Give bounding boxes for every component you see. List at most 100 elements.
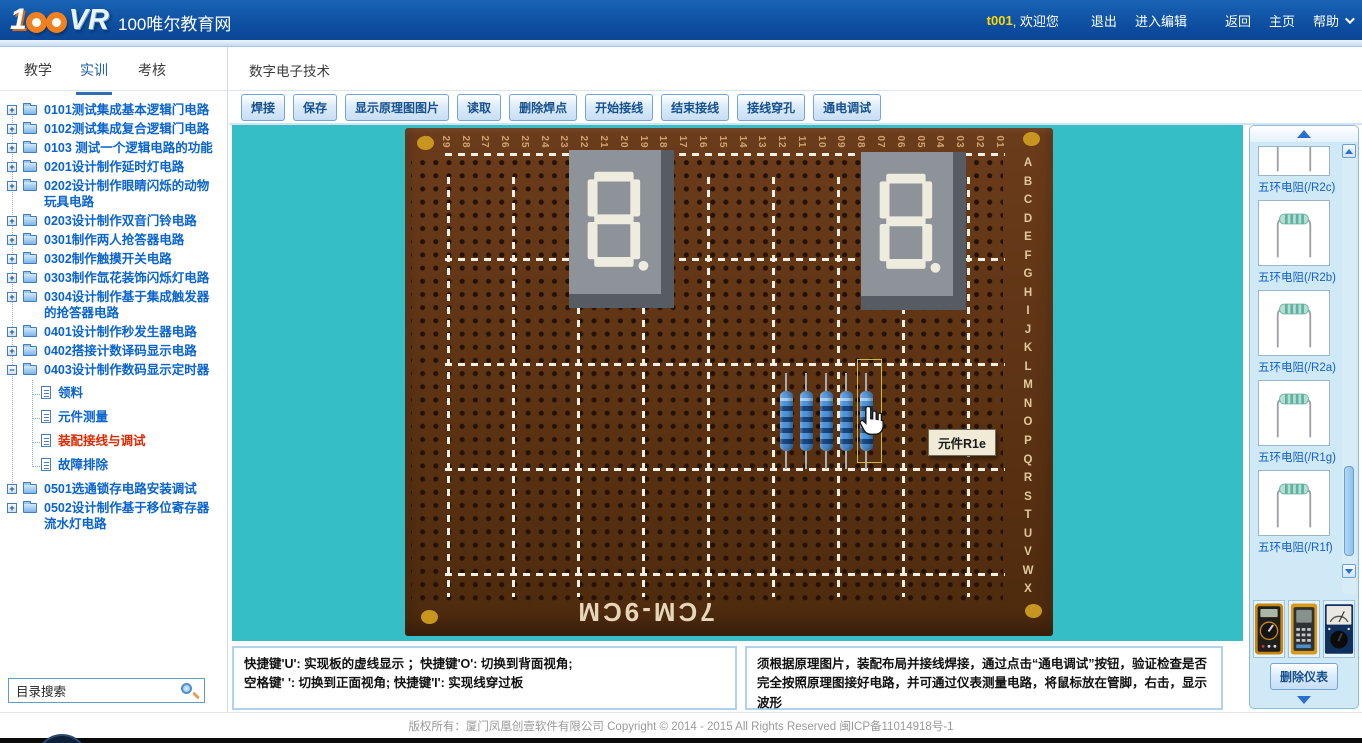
analog-multimeter-thumbnail[interactable]	[1323, 600, 1355, 658]
tree-subitem[interactable]: 领料	[0, 384, 225, 403]
tree-subitem[interactable]: 故障排除	[0, 456, 225, 475]
tree-item[interactable]: −0403设计制作数码显示定时器	[0, 361, 225, 379]
resistor-component[interactable]	[799, 373, 813, 469]
logo-1: 1	[10, 3, 25, 37]
tree-item-label: 0502设计制作基于移位寄存器流水灯电路	[44, 501, 209, 531]
site-logo[interactable]: 1 VR	[10, 2, 109, 38]
tree-item-label: 0203设计制作双音门铃电路	[44, 214, 197, 228]
tree-item[interactable]: +0501选通锁存电路安装调试	[0, 480, 225, 498]
tree-item[interactable]: +0401设计制作秒发生器电路	[0, 323, 225, 341]
toolbar-button-读取[interactable]: 读取	[457, 94, 501, 121]
main-tabbar: 数字电子技术	[229, 47, 1362, 91]
nav-link-4[interactable]: 帮助	[1313, 11, 1352, 30]
bottom-bar	[0, 738, 1362, 743]
toolbar-button-焊接[interactable]: 焊接	[241, 94, 285, 121]
toolbar-button-通电调试[interactable]: 通电调试	[813, 94, 881, 121]
resistor-component[interactable]	[819, 373, 833, 469]
scrollbar-down-button[interactable]	[1342, 564, 1356, 578]
delete-instrument-button[interactable]: 删除仪表	[1270, 663, 1338, 690]
col-number: 26	[488, 133, 510, 151]
resistor-icon	[1265, 205, 1323, 261]
tree-item-label: 0202设计制作眼睛闪烁的动物玩具电路	[44, 179, 209, 209]
tab-digital-electronics[interactable]: 数字电子技术	[249, 60, 330, 80]
component-box[interactable]	[1258, 200, 1330, 266]
col-number: 01	[983, 133, 1005, 151]
expand-icon[interactable]: +	[7, 216, 17, 226]
col-number: 16	[686, 133, 708, 151]
nav-link-3[interactable]: 主页	[1269, 11, 1295, 30]
digital-meter-thumbnail[interactable]	[1288, 600, 1320, 658]
panel-scroll-up[interactable]	[1250, 126, 1358, 142]
sidebar-tab-实训[interactable]: 实训	[80, 60, 108, 80]
grid-line	[445, 573, 1005, 576]
expand-icon[interactable]: +	[7, 105, 17, 115]
search-icon[interactable]	[181, 683, 192, 694]
tree-item[interactable]: +0203设计制作双音门铃电路	[0, 212, 225, 230]
nav-link-0[interactable]: 退出	[1091, 11, 1117, 30]
scrollbar-up-button[interactable]	[1342, 144, 1356, 158]
tree-item[interactable]: +0303制作氙花装饰闪烁灯电路	[0, 269, 225, 287]
tree-item[interactable]: +0103 测试一个逻辑电路的功能	[0, 139, 225, 157]
tree-item[interactable]: +0202设计制作眼睛闪烁的动物玩具电路	[0, 177, 225, 211]
tree-item[interactable]: +0301制作两人抢答器电路	[0, 231, 225, 249]
panel-scrollbar[interactable]	[1342, 144, 1356, 594]
nav-link-1[interactable]: 进入编辑	[1135, 11, 1187, 30]
sim-canvas[interactable]: 3029282726252423222120191817161514131211…	[232, 125, 1243, 641]
expand-icon[interactable]: +	[7, 484, 17, 494]
scrollbar-thumb[interactable]	[1344, 466, 1354, 556]
sidebar: 教学实训考核 +0101测试集成基本逻辑门电路+0102测试集成复合逻辑门电路+…	[0, 47, 228, 712]
expand-icon[interactable]: +	[7, 292, 17, 302]
col-number: 22	[567, 133, 589, 151]
nav-link-2[interactable]: 返回	[1225, 11, 1251, 30]
tree-item[interactable]: +0101测试集成基本逻辑门电路	[0, 101, 225, 119]
expand-icon[interactable]: +	[7, 327, 17, 337]
component-panel: 五环电阻(/R2c) 五环电阻(/R2b) 五环电阻(/R2a) 五环电阻(/R…	[1249, 125, 1359, 709]
component-box[interactable]	[1258, 146, 1330, 176]
toolbar-button-开始接线[interactable]: 开始接线	[585, 94, 653, 121]
tree-item[interactable]: +0304设计制作基于集成触发器的抢答器电路	[0, 288, 225, 322]
expand-icon[interactable]: +	[7, 503, 17, 513]
col-number: 06	[884, 133, 906, 151]
resistor-icon	[1265, 385, 1323, 441]
mount-hole	[1025, 604, 1042, 618]
expand-icon[interactable]: +	[7, 162, 17, 172]
logo-zero-icon	[26, 12, 47, 33]
seven-segment-display-2[interactable]	[861, 152, 966, 310]
expand-icon[interactable]: +	[7, 346, 17, 356]
tree-item[interactable]: +0402搭接计数译码显示电路	[0, 342, 225, 360]
tree-item[interactable]: +0201设计制作延时灯电路	[0, 158, 225, 176]
expand-icon[interactable]: +	[7, 124, 17, 134]
sidebar-tab-考核[interactable]: 考核	[138, 60, 166, 80]
perfboard[interactable]: 3029282726252423222120191817161514131211…	[405, 128, 1053, 636]
tree-item[interactable]: +0102测试集成复合逻辑门电路	[0, 120, 225, 138]
tree-item[interactable]: +0302制作触摸开关电路	[0, 250, 225, 268]
toolbar-button-保存[interactable]: 保存	[293, 94, 337, 121]
seven-segment-display-1[interactable]	[569, 150, 674, 308]
expand-icon[interactable]: +	[7, 273, 17, 283]
expand-icon[interactable]: +	[7, 143, 17, 153]
toolbar-button-结束接线[interactable]: 结束接线	[661, 94, 729, 121]
sidebar-tab-教学[interactable]: 教学	[24, 60, 52, 80]
tree-subitem[interactable]: 元件测量	[0, 408, 225, 427]
panel-scroll-down[interactable]	[1250, 692, 1358, 708]
tree-subitem[interactable]: 装配接线与调试	[0, 432, 225, 451]
component-label: 五环电阻(/R1g)	[1258, 449, 1330, 465]
component-box[interactable]	[1258, 470, 1330, 536]
document-icon	[41, 458, 51, 471]
component-box[interactable]	[1258, 380, 1330, 446]
expand-icon[interactable]: +	[7, 181, 17, 191]
component-box[interactable]	[1258, 290, 1330, 356]
search-input[interactable]	[9, 679, 204, 702]
collapse-icon[interactable]: −	[7, 365, 17, 375]
expand-icon[interactable]: +	[7, 254, 17, 264]
col-number: 20	[607, 133, 629, 151]
digital-multimeter-thumbnail[interactable]	[1253, 600, 1285, 658]
expand-icon[interactable]: +	[7, 235, 17, 245]
toolbar-button-删除焊点[interactable]: 删除焊点	[509, 94, 577, 121]
folder-icon	[23, 216, 37, 226]
resistor-component[interactable]	[839, 373, 853, 469]
toolbar-button-接线穿孔[interactable]: 接线穿孔	[737, 94, 805, 121]
tree-item[interactable]: +0502设计制作基于移位寄存器流水灯电路	[0, 499, 225, 533]
resistor-component[interactable]	[779, 373, 793, 469]
toolbar-button-显示原理图图片[interactable]: 显示原理图图片	[345, 94, 449, 121]
